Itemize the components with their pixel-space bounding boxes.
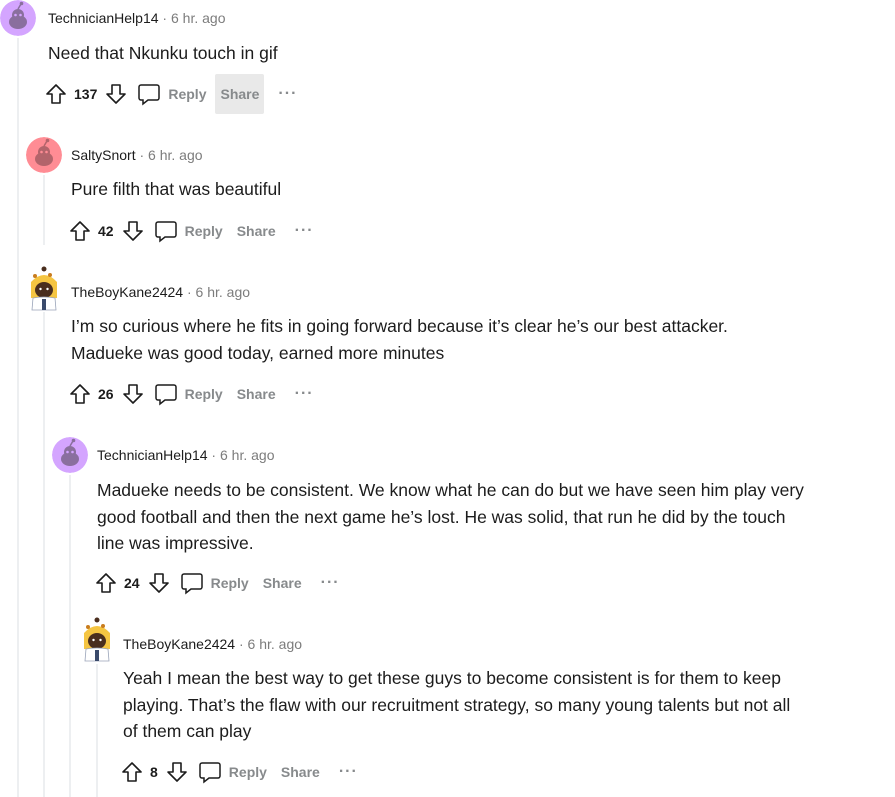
comment-actions: 24 Reply Share ··· [94, 563, 340, 603]
share-button[interactable]: Share [258, 563, 307, 603]
upvote-button[interactable] [94, 571, 118, 595]
downvote-icon [122, 384, 143, 404]
thread-line[interactable] [69, 475, 71, 797]
thread-line[interactable] [17, 38, 19, 797]
more-options-button[interactable]: ··· [278, 85, 297, 103]
comment-line: good football and then the next game he’… [97, 506, 786, 527]
downvote-button[interactable] [121, 219, 145, 243]
author-name[interactable]: TheBoyKane2424 [123, 636, 235, 652]
comment-body: Madueke needs to be consistent. We know … [97, 477, 804, 557]
avatar[interactable] [26, 137, 62, 173]
more-options-button[interactable]: ··· [295, 222, 314, 240]
meta-separator: · [211, 447, 217, 463]
meta-separator: · [186, 284, 192, 300]
vote-count: 26 [98, 386, 114, 402]
downvote-button[interactable] [147, 571, 171, 595]
author-name[interactable]: SaltySnort [71, 147, 136, 163]
more-options-button[interactable]: ··· [339, 763, 358, 781]
speech-bubble-icon [154, 221, 177, 243]
upvote-icon [96, 573, 116, 593]
comment-actions: 26 Reply Share ··· [68, 374, 314, 414]
reply-button[interactable]: Reply [168, 86, 206, 102]
meta-separator: · [238, 636, 244, 652]
downvote-icon [166, 762, 187, 782]
reply-button[interactable]: Reply [211, 575, 249, 591]
thread-line[interactable] [43, 175, 45, 245]
downvote-icon [122, 221, 143, 241]
comment-line: Yeah I mean the best way to get these gu… [123, 668, 781, 688]
timestamp[interactable]: 6 hr. ago [171, 10, 226, 26]
vote-count: 8 [150, 764, 158, 780]
upvote-icon [70, 221, 90, 241]
avatar[interactable] [79, 617, 115, 662]
share-button[interactable]: Share [276, 752, 325, 792]
timestamp[interactable]: 6 hr. ago [196, 284, 251, 300]
downvote-icon [148, 573, 169, 593]
meta-separator: · [139, 147, 145, 163]
thread-line[interactable] [96, 664, 98, 797]
more-options-button[interactable]: ··· [321, 574, 340, 592]
comment-body: Need that Nkunku touch in gif [48, 43, 278, 63]
comment-actions: 8 Reply Share ··· [120, 752, 358, 792]
author-name[interactable]: TheBoyKane2424 [71, 284, 183, 300]
upvote-button[interactable] [68, 382, 92, 406]
downvote-button[interactable] [104, 82, 128, 106]
comment-line: playing. That’s the flaw with our recrui… [123, 694, 791, 715]
snoo-avatar-icon [26, 137, 62, 173]
comment-line: I’m so curious where he fits in going fo… [71, 316, 728, 336]
comment-line: Madueke was good today, earned more minu… [71, 342, 445, 363]
snoo-avatar-icon [0, 0, 36, 36]
reply-button[interactable]: Reply [229, 764, 267, 780]
timestamp[interactable]: 6 hr. ago [220, 447, 275, 463]
upvote-button[interactable] [120, 760, 144, 784]
speech-bubble-icon [199, 762, 221, 784]
downvote-button[interactable] [165, 760, 189, 784]
vote-count: 42 [98, 223, 114, 239]
upvote-icon [46, 84, 66, 104]
reply-icon[interactable] [153, 218, 179, 244]
downvote-button[interactable] [121, 382, 145, 406]
vote-count: 137 [74, 86, 98, 102]
reply-button[interactable]: Reply [185, 386, 223, 402]
upvote-button[interactable] [44, 82, 68, 106]
upvote-button[interactable] [68, 219, 92, 243]
snoo-avatar-icon [52, 437, 88, 473]
share-button[interactable]: Share [232, 374, 281, 414]
comment-body: I’m so curious where he fits in going fo… [71, 313, 728, 366]
reply-icon[interactable] [136, 81, 162, 107]
comment-line: Madueke needs to be consistent. We know … [97, 480, 804, 500]
speech-bubble-icon [154, 384, 177, 406]
reply-button[interactable]: Reply [185, 223, 223, 239]
comment-actions: 42 Reply Share ··· [68, 211, 314, 251]
custom-avatar-icon [31, 266, 57, 311]
comment-line: line was impressive. [97, 533, 254, 553]
share-button[interactable]: Share [215, 74, 265, 114]
author-name[interactable]: TechnicianHelp14 [97, 447, 208, 463]
avatar[interactable] [0, 0, 36, 36]
reply-icon[interactable] [179, 570, 205, 596]
timestamp[interactable]: 6 hr. ago [148, 147, 203, 163]
comment-actions: 137 Reply Share ··· [44, 74, 297, 114]
downvote-icon [106, 84, 127, 104]
reply-icon[interactable] [197, 759, 223, 785]
thread-line[interactable] [43, 312, 45, 797]
comment-line: of them can play [123, 721, 252, 741]
speech-bubble-icon [138, 84, 161, 106]
vote-count: 24 [124, 575, 140, 591]
upvote-icon [122, 762, 142, 782]
share-button[interactable]: Share [232, 211, 281, 251]
reply-icon[interactable] [153, 381, 179, 407]
comment-body: Yeah I mean the best way to get these gu… [123, 665, 790, 745]
speech-bubble-icon [180, 573, 203, 595]
more-options-button[interactable]: ··· [295, 385, 314, 403]
custom-avatar-icon [84, 617, 110, 662]
timestamp[interactable]: 6 hr. ago [248, 636, 303, 652]
upvote-icon [70, 384, 90, 404]
comment-body: Pure filth that was beautiful [71, 179, 282, 199]
avatar[interactable] [26, 266, 62, 311]
avatar[interactable] [52, 437, 88, 473]
author-name[interactable]: TechnicianHelp14 [48, 10, 159, 26]
meta-separator: · [162, 10, 168, 26]
